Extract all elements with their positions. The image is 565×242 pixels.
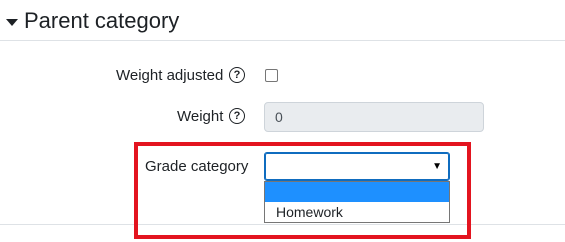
page: Parent category Weight adjusted ? Weight… — [0, 0, 565, 242]
weight-label: Weight — [177, 108, 224, 125]
section-title: Parent category — [24, 8, 180, 33]
section-divider-bottom — [0, 224, 565, 225]
dropdown-option-blank[interactable] — [265, 182, 449, 202]
grade-category-dropdown: Homework — [264, 181, 450, 223]
question-circle-icon[interactable]: ? — [229, 67, 245, 83]
weight-adjusted-checkbox[interactable] — [265, 69, 278, 82]
chevron-down-icon: ▼ — [432, 161, 442, 172]
parent-category-toggle[interactable]: Parent category — [6, 4, 179, 38]
question-circle-icon[interactable]: ? — [229, 108, 245, 124]
caret-down-icon — [6, 18, 18, 26]
weight-adjusted-label: Weight adjusted — [116, 67, 224, 84]
weight-input[interactable]: 0 — [264, 102, 484, 132]
grade-category-label: Grade category — [145, 158, 249, 175]
dropdown-option-homework[interactable]: Homework — [265, 202, 449, 222]
section-divider — [0, 40, 565, 41]
grade-category-select[interactable]: ▼ — [264, 152, 450, 181]
